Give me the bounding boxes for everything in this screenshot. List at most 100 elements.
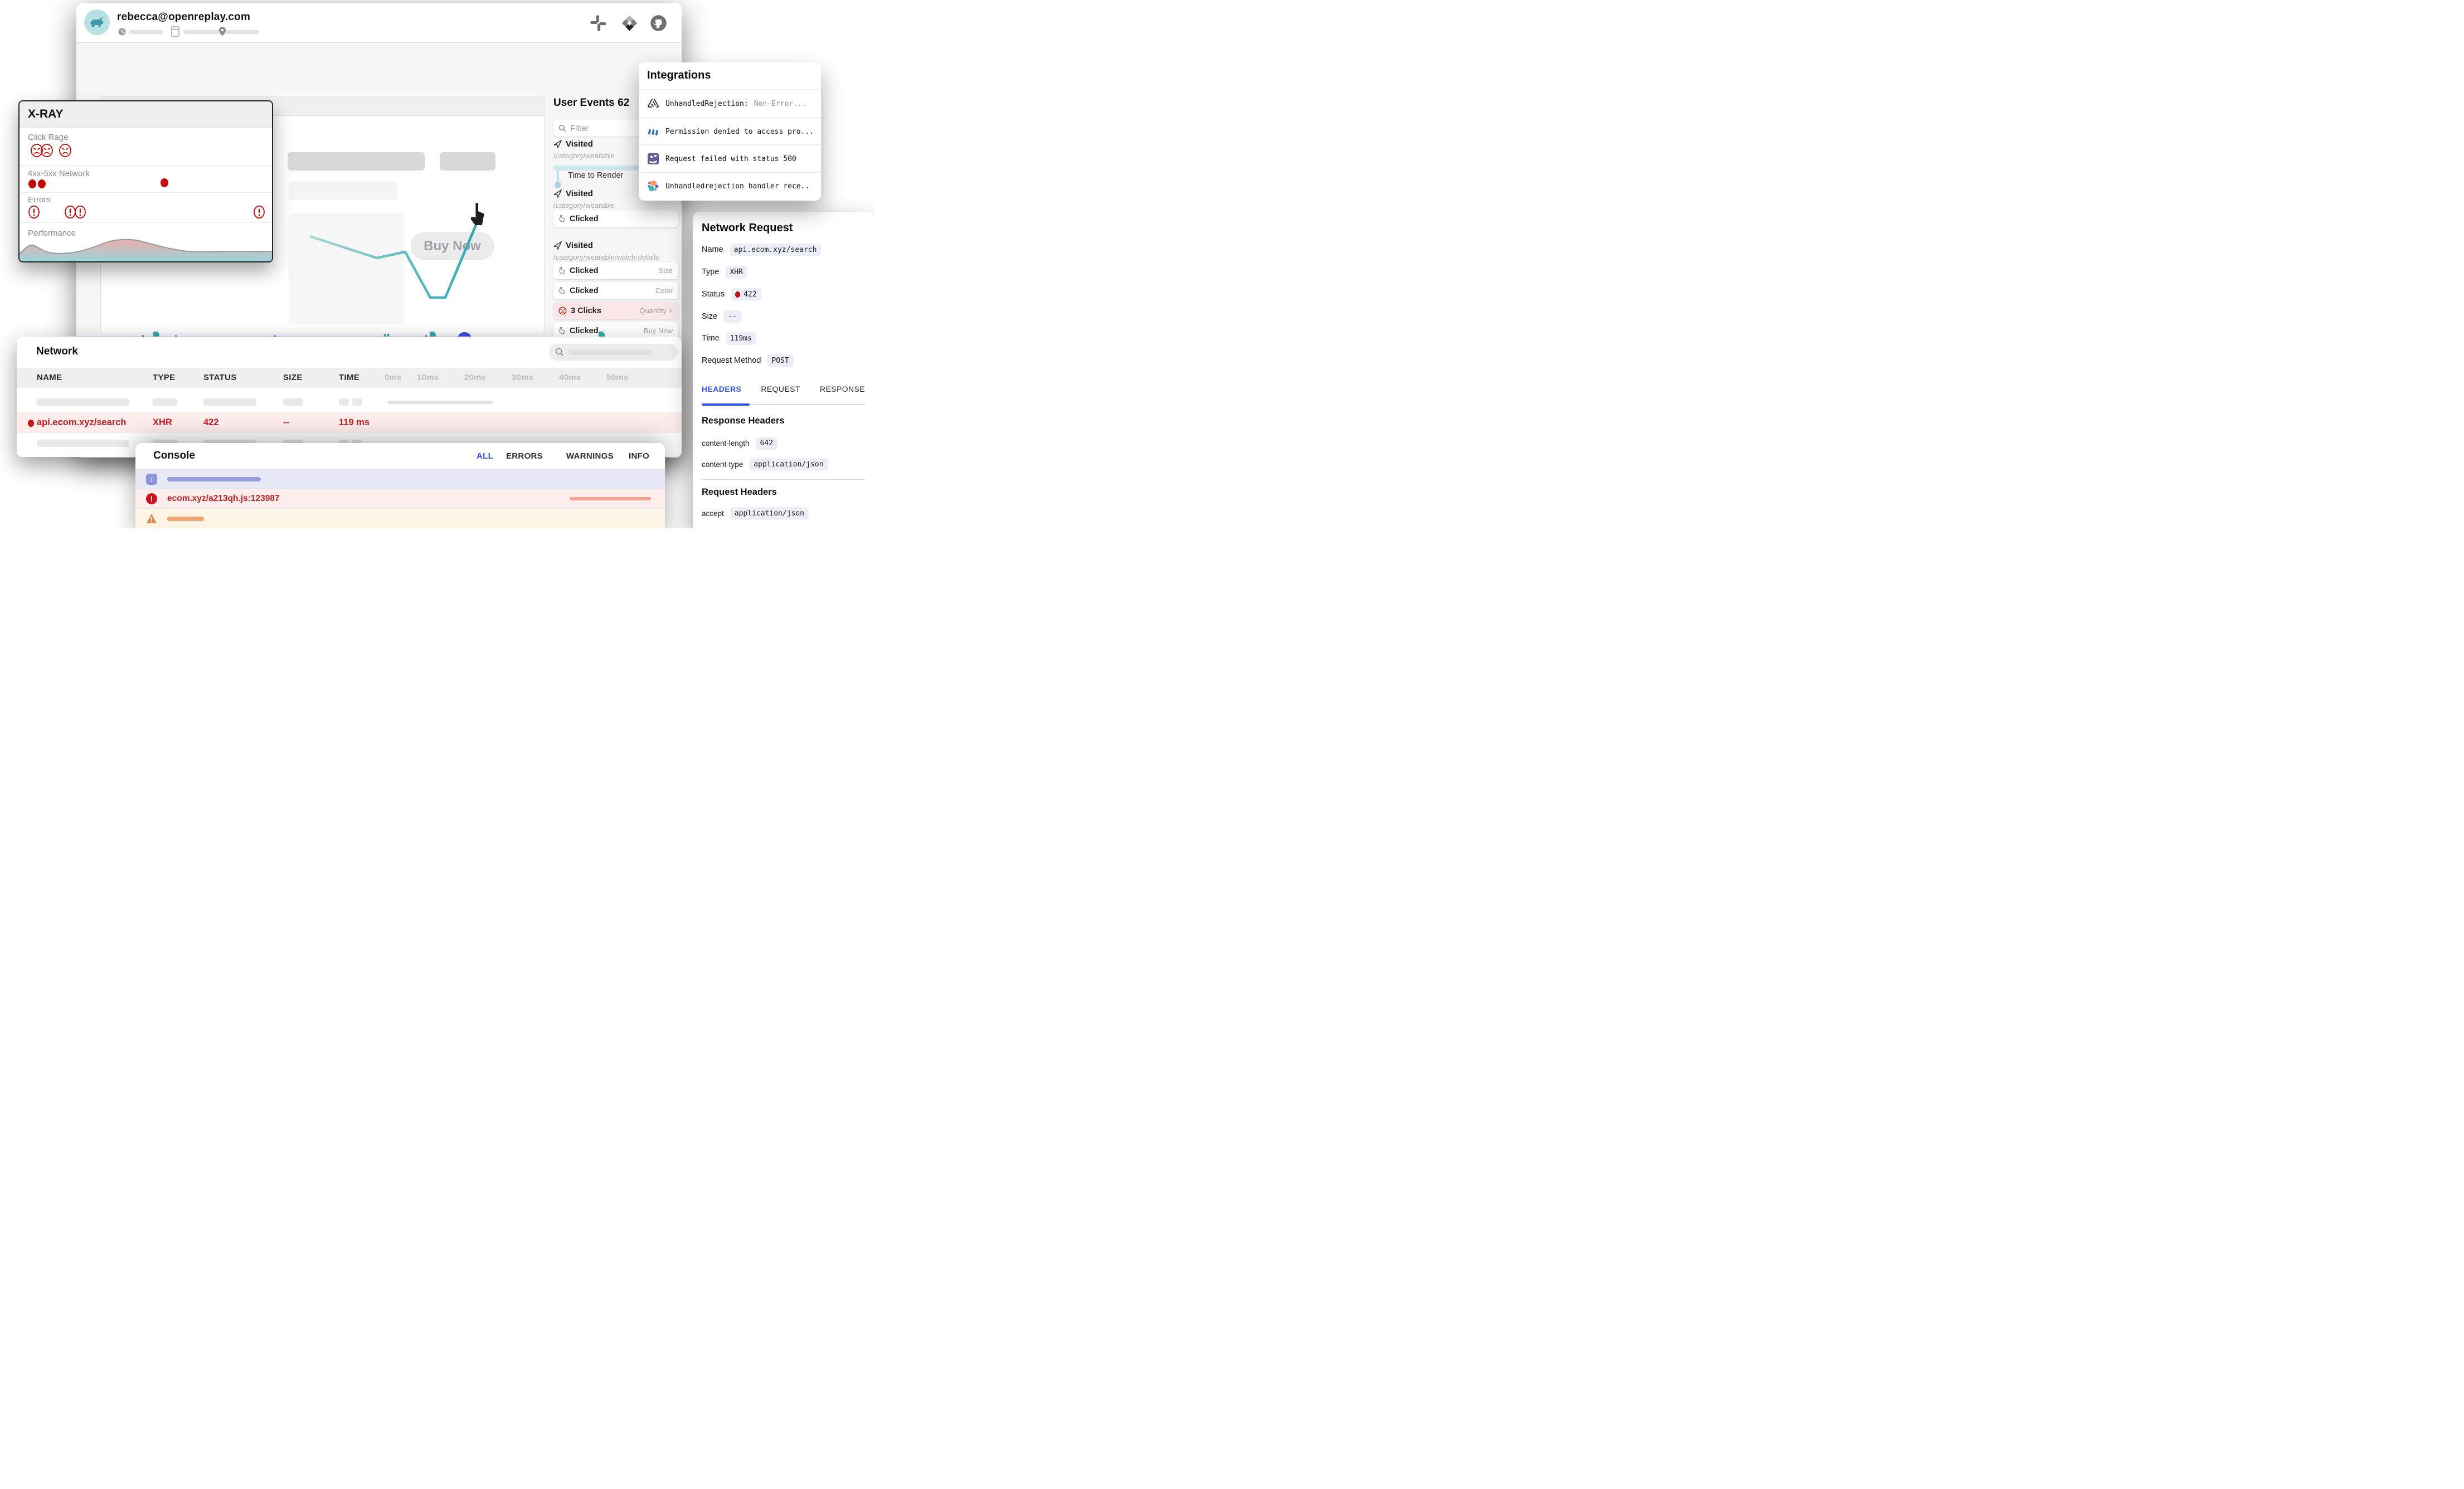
error-icon[interactable] <box>28 205 40 219</box>
field-type: Type XHR <box>702 265 747 279</box>
field-time: Time 119ms <box>702 331 756 346</box>
field-value-chip: POST <box>767 354 793 367</box>
event-rage-click-card[interactable]: 3 Clicks Quantity + <box>553 302 678 319</box>
warning-skeleton-bar <box>167 517 204 521</box>
cell-type: XHR <box>153 417 172 428</box>
datadog-icon <box>647 152 660 166</box>
col-name[interactable]: NAME <box>37 373 62 382</box>
event-clicked-card[interactable]: Clicked <box>553 210 678 227</box>
filter-placeholder: Filter <box>570 124 589 133</box>
skeleton-tile <box>440 152 495 171</box>
network-request-title: Network Request <box>702 222 793 235</box>
event-visited[interactable]: Visited <box>553 189 593 198</box>
buy-now-button[interactable]: Buy Now <box>411 232 494 260</box>
console-error-row[interactable]: ! ecom.xyz/a213qh.js:123987 <box>135 488 665 508</box>
error-icon: ! <box>146 493 157 504</box>
network-error-dot[interactable] <box>28 179 36 188</box>
navigate-icon <box>553 189 562 198</box>
header-content-length: content-length 642 <box>702 436 777 450</box>
header-value: application/json <box>735 509 804 518</box>
header-value-chip: 642 <box>756 437 777 450</box>
active-tab-underline <box>702 403 750 406</box>
time-to-render-label[interactable]: Time to Render <box>568 171 623 180</box>
network-row-skeleton[interactable] <box>17 392 682 412</box>
tab-info[interactable]: INFO <box>629 451 649 461</box>
header-value-chip: application/json <box>730 507 809 520</box>
tab-warnings[interactable]: WARNINGS <box>566 451 614 461</box>
xray-network-label: 4xx-5xx Network <box>28 169 90 178</box>
hand-click-icon <box>558 215 566 223</box>
header-value: application/json <box>754 460 823 469</box>
field-value-chip: XHR <box>725 266 747 279</box>
col-50ms: 50ms <box>606 373 629 382</box>
cell-time: 119 ms <box>339 417 370 428</box>
network-error-dot[interactable] <box>38 179 46 188</box>
console-title: Console <box>153 450 195 462</box>
network-search-input[interactable] <box>549 344 678 361</box>
location-pin-icon <box>218 26 226 37</box>
event-path: /category/wearable <box>553 201 615 210</box>
tab-request[interactable]: REQUEST <box>761 385 800 393</box>
tab-all[interactable]: ALL <box>477 451 493 461</box>
field-value-chip: -- <box>723 310 741 323</box>
xray-title: X-RAY <box>28 108 63 121</box>
integration-row[interactable]: UnhandledRejection: Non–Error... <box>639 89 821 117</box>
event-visited[interactable]: Visited <box>553 241 593 250</box>
tab-headers[interactable]: HEADERS <box>702 385 741 393</box>
col-type[interactable]: TYPE <box>153 373 175 382</box>
error-icon[interactable] <box>253 205 265 219</box>
integration-row[interactable]: Request failed with status 500 <box>639 144 821 172</box>
integration-row[interactable]: Permission denied to access pro... <box>639 117 821 145</box>
network-row-error[interactable]: api.ecom.xyz/search XHR 422 -- 119 ms <box>17 412 682 433</box>
divider <box>20 222 272 223</box>
event-visited[interactable]: Visited <box>553 139 593 149</box>
event-clicked-card[interactable]: Clicked Color <box>553 282 678 299</box>
field-value: XHR <box>730 268 742 276</box>
integration-message: Permission denied to access pro... <box>665 128 814 136</box>
event-label: Clicked <box>570 266 599 275</box>
angry-face-icon[interactable] <box>40 143 54 158</box>
github-icon[interactable] <box>650 14 667 32</box>
col-time[interactable]: TIME <box>339 373 359 382</box>
col-status[interactable]: STATUS <box>203 373 237 382</box>
col-30ms: 30ms <box>512 373 534 382</box>
jira-icon[interactable] <box>621 14 638 32</box>
integration-row[interactable]: Unhandledrejection handler rece.. <box>639 172 821 199</box>
slack-icon[interactable] <box>590 14 607 32</box>
skeleton-image-tile <box>289 213 404 324</box>
event-target: Size <box>659 266 673 275</box>
time-to-render-dot <box>555 182 561 188</box>
field-value: api.ecom.xyz/search <box>734 246 817 254</box>
field-label: Status <box>702 290 725 299</box>
console-info-row[interactable]: i <box>135 469 665 488</box>
event-clicked-card[interactable]: Clicked Size <box>553 262 678 279</box>
tab-response[interactable]: RESPONSE <box>820 385 865 393</box>
angry-face-icon[interactable] <box>59 143 72 158</box>
divider <box>20 165 272 166</box>
tab-errors[interactable]: ERRORS <box>506 451 543 461</box>
divider <box>702 479 865 480</box>
header-key: content-type <box>702 460 743 469</box>
col-size[interactable]: SIZE <box>283 373 303 382</box>
header-key: accept <box>702 509 724 518</box>
integration-message: Unhandledrejection handler rece.. <box>665 182 809 191</box>
event-target: Color <box>655 286 673 295</box>
user-events-count: 62 <box>618 97 629 109</box>
event-path: /category/wearable/watch-details <box>553 253 659 261</box>
network-panel: Network NAME TYPE STATUS SIZE TIME 0ms 1… <box>17 337 682 457</box>
integrations-panel: Integrations UnhandledRejection: Non–Err… <box>639 62 821 201</box>
response-headers-title: Response Headers <box>702 416 785 426</box>
avatar <box>84 9 110 35</box>
header-value: 642 <box>760 439 773 447</box>
console-warning-row[interactable] <box>135 508 665 528</box>
field-label: Name <box>702 245 723 254</box>
hand-click-icon <box>558 286 566 295</box>
network-error-dot[interactable] <box>161 178 168 187</box>
event-path: /category/wearable <box>553 152 615 160</box>
xray-click-rage-label: Click Rage <box>28 133 69 142</box>
event-label: Clicked <box>570 215 599 223</box>
error-icon[interactable] <box>74 205 86 219</box>
event-label: Clicked <box>570 286 599 295</box>
navigate-icon <box>553 241 562 250</box>
search-icon <box>555 348 564 357</box>
